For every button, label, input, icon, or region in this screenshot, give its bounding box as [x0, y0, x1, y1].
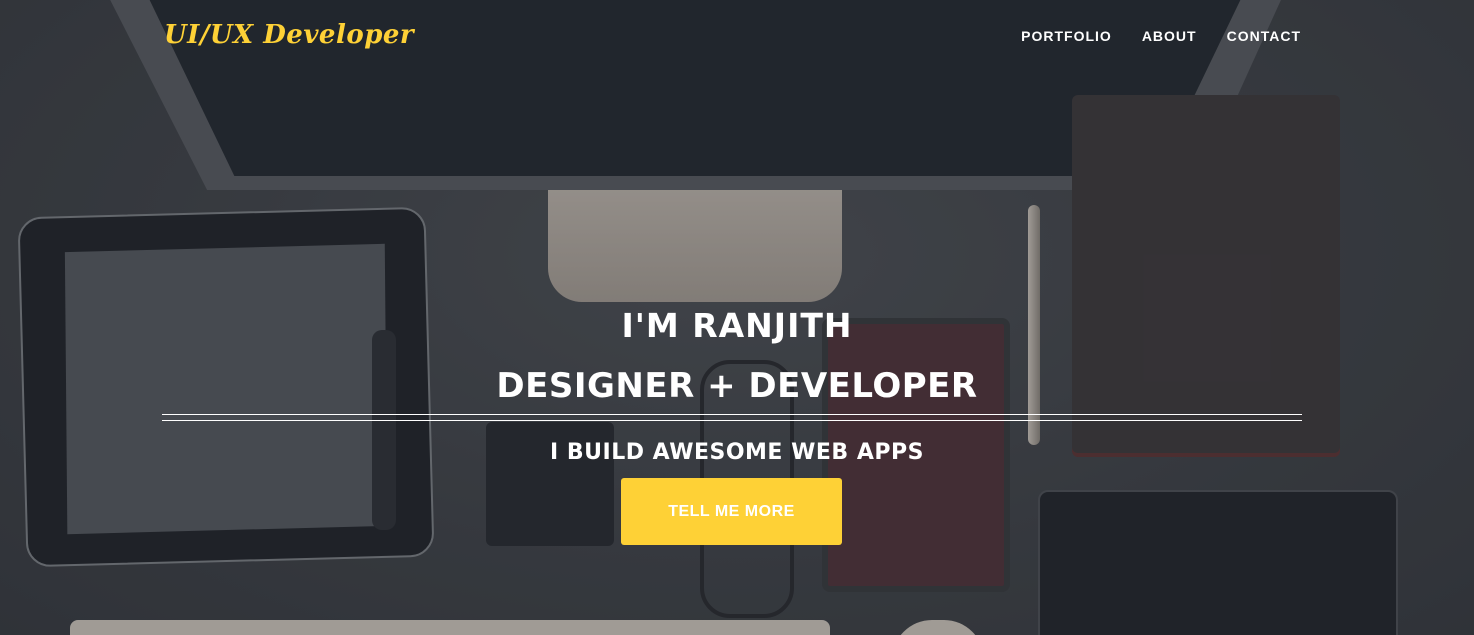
brand-logo[interactable]: UI/UX Developer: [164, 20, 414, 50]
nav-item-about[interactable]: ABOUT: [1142, 28, 1197, 44]
tell-me-more-button[interactable]: TELL ME MORE: [621, 478, 842, 545]
nav-item-contact[interactable]: CONTACT: [1227, 28, 1301, 44]
main-nav: PORTFOLIO ABOUT CONTACT: [1021, 28, 1301, 44]
hero-tagline: I BUILD AWESOME WEB APPS: [550, 440, 924, 465]
hero-heading-role: DESIGNER + DEVELOPER: [496, 366, 978, 406]
nav-item-portfolio[interactable]: PORTFOLIO: [1021, 28, 1112, 44]
hero-divider-top: [162, 414, 1302, 415]
hero-divider-bottom: [162, 420, 1302, 421]
hero-heading-name: I'M RANJITH: [621, 306, 853, 345]
